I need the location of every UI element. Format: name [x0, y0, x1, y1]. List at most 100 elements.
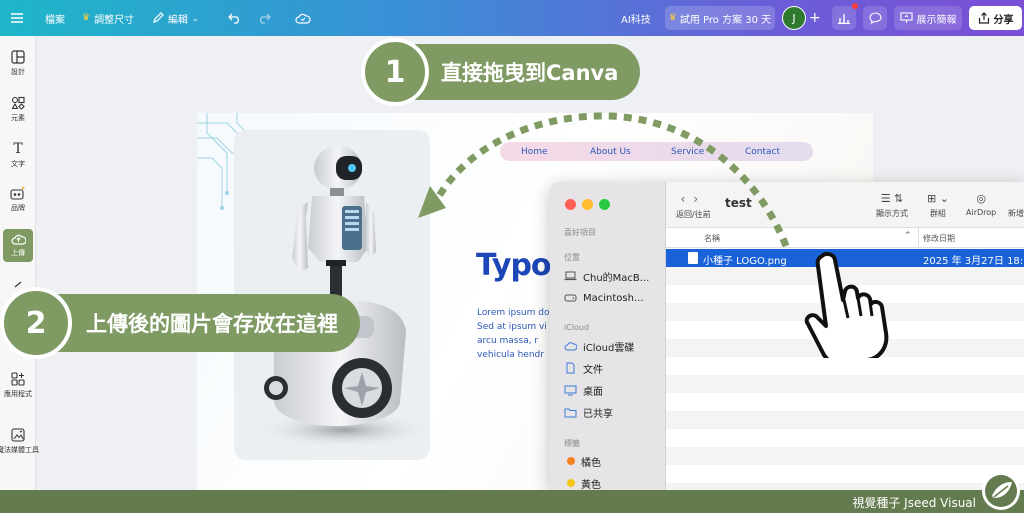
cloud-check-icon [295, 13, 311, 24]
nav-about-us[interactable]: About Us [590, 147, 631, 157]
laptop-icon [564, 271, 577, 281]
design-navbar[interactable]: Home About Us Service Contact [500, 142, 813, 161]
finder-window: 喜好項目 位置 Chu的MacB... Macintosh... iCloud … [550, 182, 1024, 490]
finder-column-header: 名稱 ⌃ 修改日期 [666, 228, 1024, 248]
view-options-button[interactable]: ☰ ⇅ 顯示方式 [876, 192, 908, 219]
favorites-heading: 喜好項目 [564, 228, 596, 237]
sidebar-item-icloud-drive[interactable]: iCloud雲碟 [564, 338, 634, 354]
sidebar-item-shared[interactable]: 已共享 [564, 404, 613, 420]
sidebar-item-text[interactable]: T 文字 [0, 142, 36, 169]
bar-chart-icon [838, 14, 850, 24]
empty-row [666, 375, 1024, 393]
tag-yellow[interactable]: 黃色 [564, 475, 601, 490]
sidebar-item-brand[interactable]: 品牌 [0, 186, 36, 213]
empty-row [666, 447, 1024, 465]
leaf-logo-icon [982, 472, 1020, 510]
comment-icon [868, 12, 882, 24]
file-menu[interactable]: 檔案 [45, 0, 65, 36]
sidebar-item-design[interactable]: 設計 [0, 50, 36, 77]
cloud-icon [564, 342, 577, 351]
finder-toolbar: ‹› 返回/往前 test ☰ ⇅ 顯示方式 ⊞ ⌄ 群組 ◎ AirDrop … [666, 182, 1024, 228]
edit-menu[interactable]: 編輯 ⌄ [152, 0, 199, 36]
document-icon [566, 362, 575, 374]
empty-row [666, 357, 1024, 375]
redo-icon [260, 13, 271, 24]
add-collaborator-button[interactable]: + [809, 0, 821, 36]
top-bar: 檔案 ♛ 調整尺寸 編輯 ⌄ AI科技 ♛ 試用 Pro 方案 30 天 J +… [0, 0, 1024, 36]
upload-cloud-icon [10, 234, 26, 245]
ai-button[interactable]: AI科技 [621, 0, 651, 36]
step-number: 2 [0, 287, 72, 359]
tags-heading: 標籤 [564, 439, 580, 448]
share-button[interactable]: 分享 [969, 6, 1022, 30]
hamburger-icon [11, 13, 23, 23]
plus-icon: + [809, 10, 821, 26]
footer-bar: 視覺種子 Jseed Visual [0, 490, 1024, 513]
new-folder-icon [1014, 192, 1018, 205]
file-name: 小種子 LOGO.png [703, 256, 787, 267]
shared-folder-icon [564, 408, 577, 417]
finder-sidebar: 喜好項目 位置 Chu的MacB... Macintosh... iCloud … [550, 182, 666, 490]
sidebar-item-macintosh[interactable]: Macintosh... [564, 290, 644, 306]
sidebar-item-elements[interactable]: 元素 [0, 96, 36, 123]
sidebar-item-mac[interactable]: Chu的MacB... [564, 268, 649, 284]
sidebar-item-documents[interactable]: 文件 [564, 360, 603, 376]
group-button[interactable]: ⊞ ⌄ 群組 [927, 192, 949, 219]
new-button[interactable]: 新增 [1008, 192, 1024, 219]
try-pro-button[interactable]: ♛ 試用 Pro 方案 30 天 [665, 6, 775, 30]
close-window-button[interactable] [565, 199, 576, 210]
sidebar-item-uploads[interactable]: 上傳 [3, 229, 33, 262]
finder-title: test [725, 196, 752, 210]
nav-contact[interactable]: Contact [745, 147, 780, 157]
list-view-icon: ☰ ⇅ [880, 192, 904, 205]
notification-dot [852, 3, 858, 9]
callout-step-2: 2 上傳後的圖片會存放在這裡 [0, 287, 360, 359]
airdrop-icon: ◎ [976, 192, 986, 205]
present-icon [899, 12, 913, 23]
column-name[interactable]: 名稱 [704, 233, 720, 244]
design-heading[interactable]: Typo [476, 248, 552, 283]
comments-button[interactable] [863, 6, 887, 30]
nav-home[interactable]: Home [521, 147, 548, 157]
tag-orange[interactable]: 橘色 [564, 453, 601, 469]
magic-media-icon [11, 428, 25, 442]
yellow-tag-icon [567, 479, 575, 487]
share-icon [978, 12, 989, 24]
empty-row [666, 465, 1024, 483]
crown-icon: ♛ [82, 13, 91, 23]
hard-drive-icon [564, 294, 577, 302]
design-body-text[interactable]: Lorem ipsum do Sed at ipsum vi arcu mass… [477, 306, 557, 362]
redo-button[interactable] [257, 0, 271, 36]
insights-button[interactable] [832, 3, 858, 30]
back-forward-control[interactable]: ‹› 返回/往前 [676, 192, 711, 220]
desktop-icon [564, 385, 577, 395]
undo-icon [228, 13, 239, 24]
minimize-window-button[interactable] [582, 199, 593, 210]
layout-icon [11, 50, 25, 64]
sidebar-item-magic-media[interactable]: 魔法媒體工具 [0, 428, 39, 455]
crown-icon: ♛ [668, 13, 677, 23]
apps-icon [11, 372, 25, 386]
text-icon: T [13, 141, 23, 157]
nav-service[interactable]: Service [671, 147, 704, 157]
cloud-save-button[interactable] [295, 0, 311, 36]
step-number: 1 [361, 38, 429, 106]
locations-heading: 位置 [564, 253, 580, 262]
menu-button[interactable] [11, 0, 23, 36]
hand-pointer-icon [804, 251, 889, 358]
column-date[interactable]: 修改日期 [923, 233, 955, 244]
empty-row [666, 393, 1024, 411]
callout-step-1: 1 直接拖曳到Canva [361, 38, 641, 106]
sort-chevron-icon: ⌃ [904, 231, 912, 241]
undo-button[interactable] [228, 0, 242, 36]
resize-button[interactable]: ♛ 調整尺寸 [82, 0, 134, 36]
step-text: 上傳後的圖片會存放在這裡 [56, 294, 360, 352]
present-button[interactable]: 展示簡報 [894, 6, 962, 30]
empty-row [666, 429, 1024, 447]
avatar[interactable]: J [782, 6, 806, 30]
airdrop-button[interactable]: ◎ AirDrop [966, 192, 996, 217]
sidebar-item-desktop[interactable]: 桌面 [564, 382, 603, 398]
empty-row [666, 411, 1024, 429]
zoom-window-button[interactable] [599, 199, 610, 210]
sidebar-item-apps[interactable]: 應用程式 [0, 372, 36, 399]
